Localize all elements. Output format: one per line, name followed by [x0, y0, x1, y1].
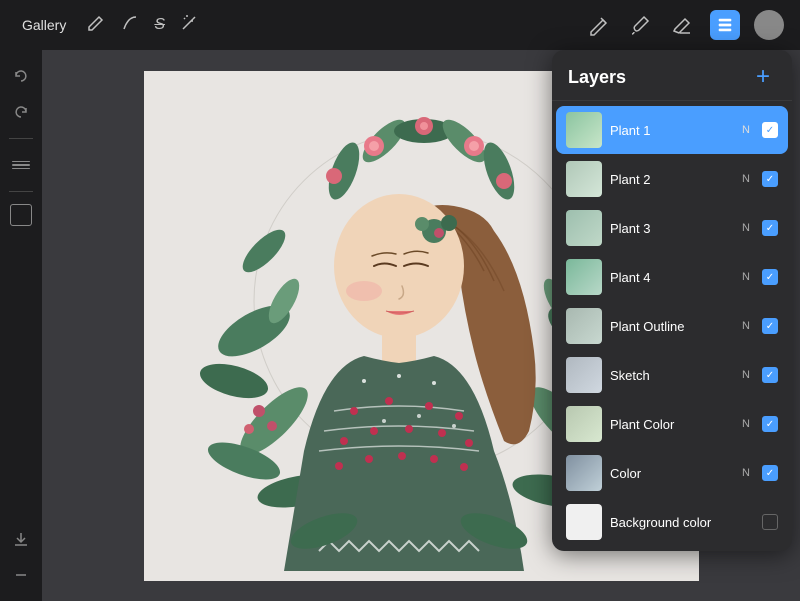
minus-icon[interactable]: [7, 561, 35, 589]
layer-checkbox-plantoutline[interactable]: [762, 318, 778, 334]
gallery-button[interactable]: Gallery: [16, 13, 72, 37]
layers-icon-button[interactable]: [710, 10, 740, 40]
layer-item-plant1[interactable]: Plant 1 N: [556, 106, 788, 154]
profile-button[interactable]: [754, 10, 784, 40]
layer-item-plant4[interactable]: Plant 4 N: [556, 253, 788, 301]
sidebar-divider-2: [9, 191, 33, 192]
layer-checkbox-bgcolor[interactable]: [762, 514, 778, 530]
layer-thumb-color: [566, 455, 602, 491]
text-icon[interactable]: S: [154, 16, 165, 34]
modify-icon[interactable]: [86, 13, 106, 38]
layers-title: Layers: [568, 67, 626, 88]
layer-item-plantcolor[interactable]: Plant Color N: [556, 400, 788, 448]
layer-name-plant3: Plant 3: [610, 221, 734, 236]
layer-checkbox-sketch[interactable]: [762, 367, 778, 383]
left-sidebar: [0, 50, 42, 601]
layer-item-plantoutline[interactable]: Plant Outline N: [556, 302, 788, 350]
smudge-icon[interactable]: [7, 151, 35, 179]
curve-icon[interactable]: [120, 13, 140, 38]
redo-icon[interactable]: [7, 98, 35, 126]
layer-name-plantoutline: Plant Outline: [610, 319, 734, 334]
sidebar-divider-1: [9, 138, 33, 139]
layer-thumb-sketch: [566, 357, 602, 393]
eraser-icon[interactable]: [668, 11, 696, 39]
layer-thumb-plant2: [566, 161, 602, 197]
layer-thumb-plant1: [566, 112, 602, 148]
layer-item-plant3[interactable]: Plant 3 N: [556, 204, 788, 252]
layer-item-sketch[interactable]: Sketch N: [556, 351, 788, 399]
layer-mode-plantoutline: N: [742, 320, 750, 332]
layer-mode-color: N: [742, 467, 750, 479]
layer-name-plant1: Plant 1: [610, 123, 734, 138]
layer-item-color[interactable]: Color N: [556, 449, 788, 497]
toolbar: Gallery S: [0, 0, 800, 50]
layer-name-plant4: Plant 4: [610, 270, 734, 285]
layer-name-color: Color: [610, 466, 734, 481]
layer-checkbox-plant2[interactable]: [762, 171, 778, 187]
layer-thumb-plantcolor: [566, 406, 602, 442]
layers-add-button[interactable]: +: [750, 64, 776, 90]
layer-checkbox-plant3[interactable]: [762, 220, 778, 236]
magic-icon[interactable]: [179, 13, 199, 38]
layer-mode-plant1: N: [742, 124, 750, 136]
undo-icon[interactable]: [7, 62, 35, 90]
toolbar-right: [584, 10, 784, 40]
layer-name-plant2: Plant 2: [610, 172, 734, 187]
import-icon[interactable]: [7, 525, 35, 553]
layers-panel: Layers + Plant 1NPlant 2NPlant 3NPlant 4…: [552, 50, 792, 551]
layer-mode-plant2: N: [742, 173, 750, 185]
layer-item-bgcolor[interactable]: Background color: [556, 498, 788, 546]
layer-name-bgcolor: Background color: [610, 515, 754, 530]
layer-mode-sketch: N: [742, 369, 750, 381]
toolbar-left: Gallery S: [16, 13, 199, 38]
color-swatch[interactable]: [10, 204, 32, 226]
pen-nib-icon[interactable]: [584, 11, 612, 39]
layer-checkbox-plantcolor[interactable]: [762, 416, 778, 432]
layer-mode-plant3: N: [742, 222, 750, 234]
layer-name-plantcolor: Plant Color: [610, 417, 734, 432]
layer-checkbox-color[interactable]: [762, 465, 778, 481]
layer-name-sketch: Sketch: [610, 368, 734, 383]
layer-checkbox-plant1[interactable]: [762, 122, 778, 138]
layer-thumb-plant4: [566, 259, 602, 295]
layer-thumb-plant3: [566, 210, 602, 246]
layer-item-plant2[interactable]: Plant 2 N: [556, 155, 788, 203]
layer-mode-plantcolor: N: [742, 418, 750, 430]
brush-icon[interactable]: [626, 11, 654, 39]
layer-thumb-plantoutline: [566, 308, 602, 344]
layer-thumb-bgcolor: [566, 504, 602, 540]
layers-header: Layers +: [552, 50, 792, 101]
layers-list: Plant 1NPlant 2NPlant 3NPlant 4NPlant Ou…: [552, 101, 792, 551]
layer-checkbox-plant4[interactable]: [762, 269, 778, 285]
layer-mode-plant4: N: [742, 271, 750, 283]
